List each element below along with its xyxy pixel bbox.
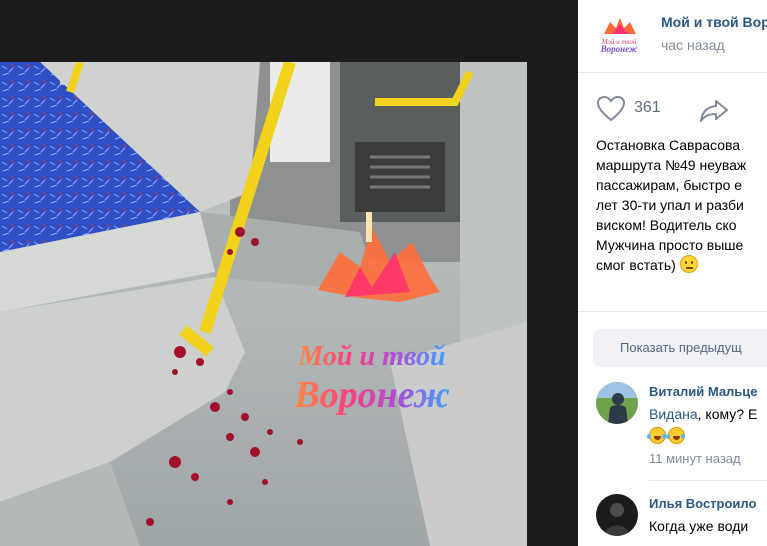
bus-interior-image: Мой и твой Воронеж	[0, 62, 527, 546]
neutral-face-emoji	[679, 255, 698, 273]
post-text: Остановка Саврасова маршрута №49 неуваж …	[596, 135, 767, 275]
post-author-header: Мой и твой Воронеж Мой и твой Вор час на…	[578, 0, 767, 72]
laughing-emoji	[647, 427, 666, 444]
comment-item: Илья Востроило Когда уже води	[578, 490, 767, 546]
comment-item: Виталий Мальце Видана, кому? Е 11 минут …	[578, 378, 767, 478]
post-text-line: Остановка Саврасова	[596, 137, 741, 153]
post-text-line: пассажирам, быстро е	[596, 177, 743, 193]
post-side-panel: Мой и твой Воронеж Мой и твой Вор час на…	[578, 0, 767, 546]
watermark-line1: Мой и твой	[297, 341, 445, 372]
post-text-line: маршрута №49 неуваж	[596, 157, 747, 173]
comment-text: Видана, кому? Е	[649, 404, 757, 424]
comment-body: , кому? Е	[697, 406, 758, 422]
group-name-link[interactable]: Мой и твой Вор	[661, 14, 767, 30]
divider	[649, 480, 767, 481]
comment-time[interactable]: 11 минут назад	[649, 451, 741, 466]
commenter-avatar[interactable]	[596, 382, 638, 424]
share-icon[interactable]	[698, 97, 730, 123]
reply-mention[interactable]: Видана	[649, 406, 698, 422]
post-text-line: виском! Водитель ско	[596, 217, 737, 233]
commenter-avatar[interactable]	[596, 494, 638, 536]
comment-body: Когда уже води	[649, 518, 749, 534]
laughing-emoji	[666, 427, 685, 444]
svg-text:Воронеж: Воронеж	[600, 44, 638, 54]
show-previous-comments-label: Показать предыдущ	[620, 340, 742, 355]
show-previous-comments-button[interactable]: Показать предыдущ	[593, 329, 767, 367]
commenter-name[interactable]: Илья Востроило	[649, 496, 756, 511]
divider	[578, 311, 767, 312]
group-avatar[interactable]: Мой и твой Воронеж	[594, 14, 644, 54]
heart-icon[interactable]	[596, 95, 626, 123]
post-text-line: смог встать)	[596, 257, 676, 273]
commenter-name[interactable]: Виталий Мальце	[649, 384, 758, 399]
post-text-line-last: смог встать)	[596, 255, 767, 275]
post-photo[interactable]: Мой и твой Воронеж	[0, 62, 527, 546]
post-text-line: Мужчина просто выше	[596, 237, 744, 253]
post-time[interactable]: час назад	[661, 37, 725, 53]
like-count: 361	[634, 99, 661, 116]
watermark-line2: Воронеж	[293, 374, 450, 416]
post-text-line: лет 30-ти упал и разби	[596, 197, 744, 213]
divider	[578, 72, 767, 73]
comment-emojis	[647, 426, 687, 446]
